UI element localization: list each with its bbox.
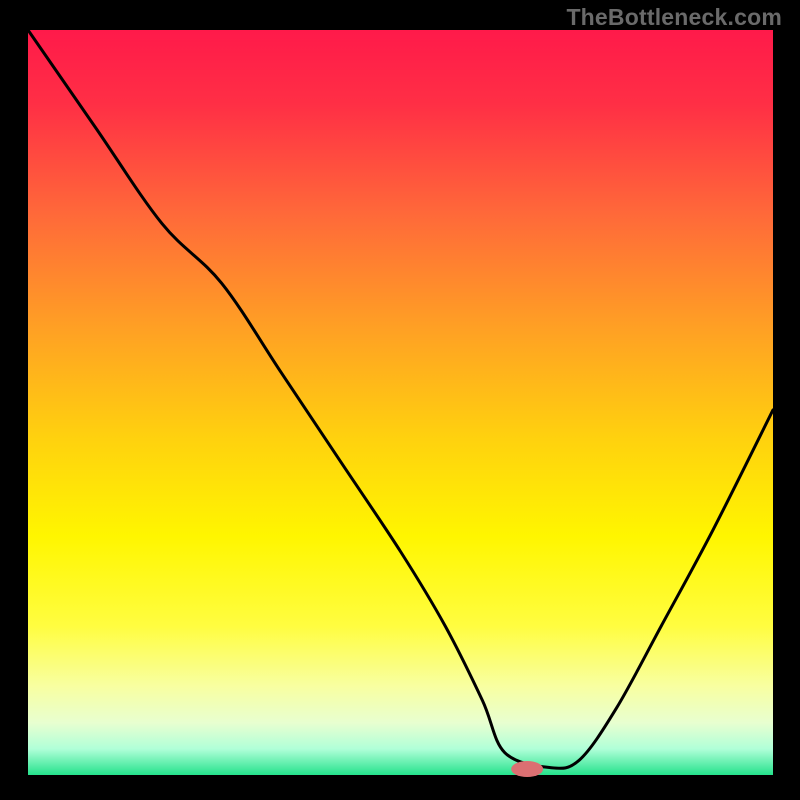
chart-frame: TheBottleneck.com	[0, 0, 800, 800]
chart-svg	[0, 0, 800, 800]
watermark-text: TheBottleneck.com	[566, 4, 782, 31]
plot-area	[28, 30, 773, 775]
optimal-point-marker	[511, 761, 543, 777]
